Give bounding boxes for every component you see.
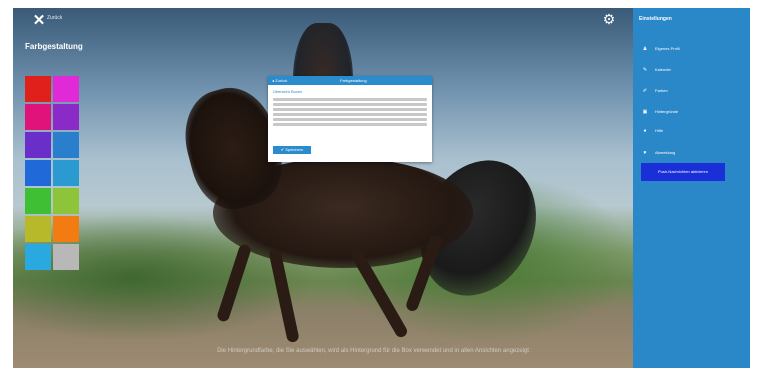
sidebar-item-backgrounds[interactable]: ▣ Hintergründe — [641, 107, 741, 117]
color-swatch[interactable] — [53, 244, 79, 270]
gear-icon[interactable]: ⚙ — [601, 11, 617, 27]
dialog-header: ◂ Zurück Farbgestaltung — [268, 76, 432, 85]
heart-icon: ♥ — [643, 150, 647, 156]
sidebar-item-help[interactable]: ● Hilfe — [641, 126, 741, 136]
sidebar-item-label: Kalender — [655, 67, 672, 72]
sidebar-item-label: Hintergründe — [655, 109, 679, 114]
sidebar-item-calendar[interactable]: ✎ Kalender — [641, 65, 741, 75]
color-swatch[interactable] — [25, 188, 51, 214]
sidebar-item-label: Eigenes Profil — [655, 46, 680, 51]
placeholder-line — [273, 98, 427, 101]
color-swatch[interactable] — [53, 160, 79, 186]
sidebar-item-label: Abmeldung — [655, 150, 676, 155]
placeholder-line — [273, 103, 427, 106]
dialog-back-label[interactable]: Zurück — [275, 78, 287, 83]
placeholder-line — [273, 118, 427, 121]
help-icon: ● — [643, 128, 647, 134]
placeholder-line — [273, 113, 427, 116]
dialog-title: Farbgestaltung — [340, 78, 367, 83]
color-swatch[interactable] — [25, 244, 51, 270]
dialog-heading: Übersicht Boxen — [273, 89, 303, 94]
user-icon: ♟ — [642, 46, 648, 52]
dialog-back-link[interactable]: ◂ Zurück — [272, 78, 287, 83]
color-swatch[interactable] — [25, 76, 51, 102]
placeholder-line — [273, 108, 427, 111]
color-swatch[interactable] — [53, 188, 79, 214]
settings-sidebar: Einstellungen ♟ Eigenes Profil ✎ Kalender … — [633, 8, 750, 368]
app-frame: ✕ Zurück ⚙ Farbgestaltung ◂ Zurück Farbg… — [13, 8, 750, 368]
color-swatch[interactable] — [25, 160, 51, 186]
color-swatch[interactable] — [53, 132, 79, 158]
color-swatch[interactable] — [25, 132, 51, 158]
close-label[interactable]: Zurück — [47, 15, 62, 21]
color-swatch[interactable] — [25, 216, 51, 242]
background-caption: Die Hintergrundfarbe, die Sie auswählen,… — [217, 348, 529, 354]
color-swatch[interactable] — [53, 104, 79, 130]
sidebar-title: Einstellungen — [639, 16, 672, 22]
sidebar-item-profile[interactable]: ♟ Eigenes Profil — [641, 44, 741, 54]
save-button[interactable]: ✔ Speichern — [273, 146, 311, 154]
placeholder-line — [273, 123, 427, 126]
color-swatch[interactable] — [53, 216, 79, 242]
sidebar-item-colors[interactable]: ✐ Farben — [641, 86, 741, 96]
enable-push-button[interactable]: Push-Nachrichten aktivieren — [641, 163, 725, 181]
image-icon: ▣ — [642, 109, 648, 115]
color-swatch[interactable] — [25, 104, 51, 130]
sidebar-item-label: Farben — [655, 88, 668, 93]
sidebar-item-logout[interactable]: ♥ Abmeldung — [641, 148, 741, 158]
save-button-label[interactable]: Speichern — [285, 147, 303, 152]
color-swatch-grid — [25, 76, 79, 270]
close-icon[interactable]: ✕ — [31, 13, 47, 29]
brush-icon: ✐ — [642, 88, 648, 94]
background-photo — [13, 8, 633, 368]
sidebar-item-label: Hilfe — [655, 128, 664, 133]
dialog-body: Übersicht Boxen — [268, 85, 432, 132]
color-dialog: ◂ Zurück Farbgestaltung Übersicht Boxen … — [268, 76, 432, 162]
color-swatch[interactable] — [53, 76, 79, 102]
horse-leg — [215, 243, 253, 323]
pencil-icon: ✎ — [642, 67, 648, 73]
page-title: Farbgestaltung — [25, 42, 83, 51]
